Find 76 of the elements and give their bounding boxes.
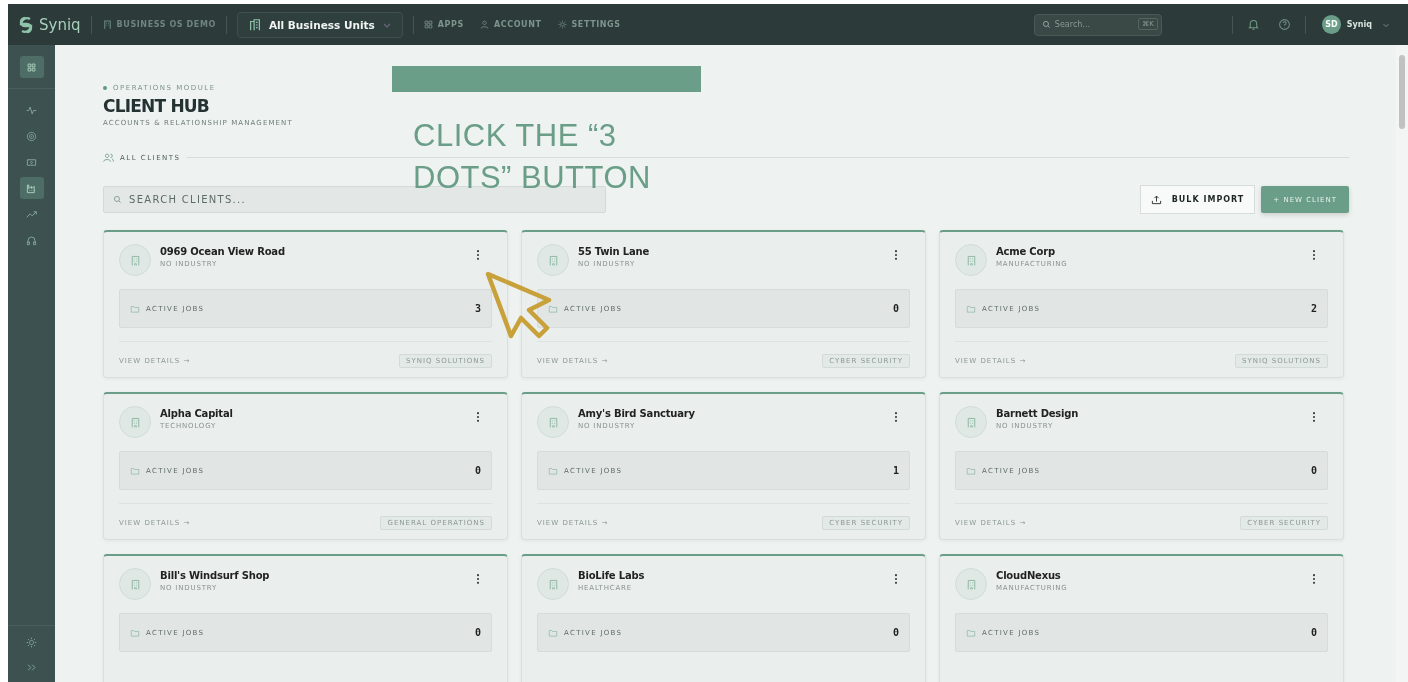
- active-jobs-count: 1: [892, 465, 899, 476]
- help-icon[interactable]: [1277, 18, 1291, 31]
- folder-icon: [548, 465, 558, 476]
- active-jobs-count: 3: [474, 303, 481, 314]
- building-icon: [247, 17, 262, 32]
- active-jobs-count: 0: [474, 465, 481, 476]
- user-icon: [479, 20, 489, 29]
- upload-icon: [1150, 194, 1162, 205]
- active-jobs-count: 2: [1310, 303, 1317, 314]
- trend-icon: [26, 208, 37, 220]
- client-name: CloudNexus: [996, 570, 1062, 581]
- notification-icon[interactable]: [1246, 18, 1260, 31]
- cash-icon: [26, 156, 37, 168]
- folder-icon: [966, 303, 976, 314]
- building-icon: [537, 568, 569, 600]
- client-name: 0969 Ocean View Road: [160, 246, 286, 257]
- active-jobs-count: 0: [892, 627, 899, 638]
- more-options-icon[interactable]: [893, 411, 899, 423]
- active-jobs-count: 0: [1310, 627, 1317, 638]
- client-name: Acme Corp: [996, 246, 1056, 257]
- folder-icon: [548, 303, 558, 314]
- more-options-icon[interactable]: [1311, 573, 1317, 585]
- folder-icon: [966, 465, 976, 476]
- logo-text: Syniq: [39, 15, 81, 34]
- active-jobs-count: 0: [1310, 465, 1317, 476]
- double-chevron-icon[interactable]: [26, 662, 37, 673]
- building-icon: [955, 406, 987, 438]
- pulse-icon: [26, 104, 37, 116]
- settings-icon: [557, 20, 567, 29]
- more-options-icon[interactable]: [475, 411, 481, 423]
- nav-link[interactable]: APPS: [423, 20, 464, 29]
- target-icon: [26, 130, 37, 142]
- sidebar-item[interactable]: [19, 56, 44, 78]
- building-icon: [955, 244, 987, 276]
- sidebar-item[interactable]: [19, 177, 44, 199]
- building-icon: [537, 244, 569, 276]
- folder-icon: [966, 627, 976, 638]
- more-options-icon[interactable]: [893, 249, 899, 261]
- more-options-icon[interactable]: [1311, 411, 1317, 423]
- bulk-import-button[interactable]: BULK IMPORT: [1139, 185, 1256, 214]
- page-title: CLIENT HUB: [103, 96, 210, 116]
- client-name: Barnett Design: [996, 408, 1080, 419]
- grid-icon: [26, 61, 37, 73]
- more-options-icon[interactable]: [475, 249, 481, 261]
- more-options-icon[interactable]: [893, 573, 899, 585]
- folder-icon: [130, 627, 140, 638]
- nav-link[interactable]: ACCOUNT: [479, 20, 542, 29]
- nav-link[interactable]: SETTINGS: [557, 20, 621, 29]
- folder-icon: [130, 303, 140, 314]
- users-icon: [103, 152, 114, 163]
- more-options-icon[interactable]: [475, 573, 481, 585]
- headset-icon: [26, 234, 37, 246]
- factory-icon: [26, 182, 37, 194]
- workspace-label: BUSINESS OS DEMO: [116, 20, 216, 29]
- scrollbar[interactable]: [1396, 45, 1408, 682]
- active-jobs-count: 0: [892, 303, 899, 314]
- grid-icon: [423, 20, 433, 29]
- client-name: BioLife Labs: [578, 570, 646, 581]
- building-icon: [119, 568, 151, 600]
- folder-icon: [130, 465, 140, 476]
- user-name[interactable]: Syniq: [1346, 20, 1372, 29]
- business-unit-dropdown[interactable]: All Business Units: [236, 11, 403, 38]
- active-jobs-count: 0: [474, 627, 481, 638]
- settings-icon[interactable]: [26, 637, 37, 648]
- user-avatar[interactable]: SD: [1321, 15, 1341, 34]
- building-icon: [101, 19, 113, 30]
- client-name: Alpha Capital: [160, 408, 234, 419]
- more-options-icon[interactable]: [1311, 249, 1317, 261]
- client-name: Amy's Bird Sanctuary: [578, 408, 696, 419]
- building-icon: [955, 568, 987, 600]
- folder-icon: [548, 627, 558, 638]
- building-icon: [119, 406, 151, 438]
- client-name: Bill's Windsurf Shop: [160, 570, 271, 581]
- building-icon: [537, 406, 569, 438]
- client-name: 55 Twin Lane: [578, 246, 650, 257]
- building-icon: [119, 244, 151, 276]
